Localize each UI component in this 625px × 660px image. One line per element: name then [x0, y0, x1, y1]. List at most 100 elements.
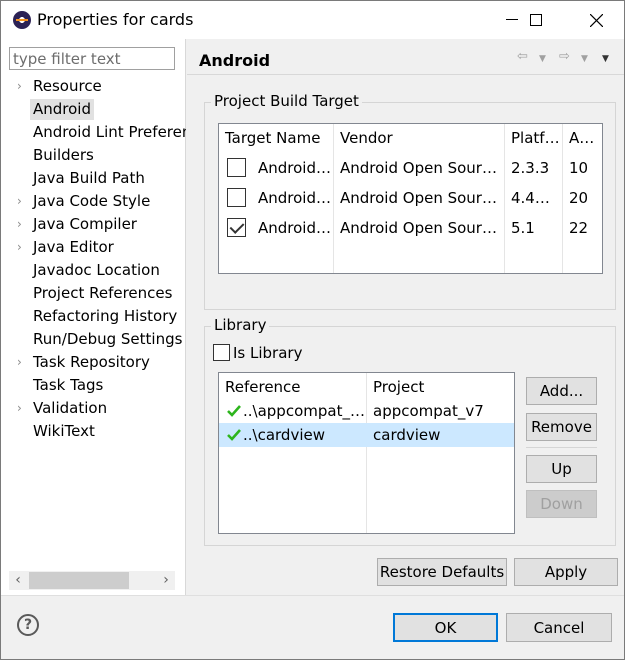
target-name-cell: Android…: [258, 189, 331, 207]
library-project-cell[interactable]: appcompat_v7: [367, 399, 514, 423]
build-target-table[interactable]: Target Name Vendor Platf… A… Android… And…: [218, 123, 603, 274]
build-target-group: Project Build Target Target Name Vendor …: [204, 92, 616, 310]
page-title: Android: [199, 51, 271, 70]
tree-item[interactable]: › Resource: [1, 75, 186, 98]
api-level-cell: 10: [569, 159, 589, 177]
restore-defaults-button[interactable]: Restore Defaults: [377, 558, 507, 586]
expand-chevron-icon[interactable]: ›: [17, 190, 22, 213]
window-title: Properties for cards: [37, 10, 194, 29]
back-menu-chevron-icon[interactable]: ▼: [539, 54, 546, 64]
library-table[interactable]: Reference Project ..\appcompat_… appcompa…: [218, 372, 515, 534]
expand-chevron-icon[interactable]: ›: [17, 236, 22, 259]
filter-input[interactable]: [9, 47, 175, 70]
tree-item[interactable]: Run/Debug Settings: [1, 328, 186, 351]
vendor-cell: Android Open Sour…: [340, 159, 497, 177]
tree-item[interactable]: › Java Compiler: [1, 213, 186, 236]
back-icon[interactable]: ⇦: [517, 49, 528, 64]
forward-icon[interactable]: ⇨: [559, 49, 570, 64]
target-name-cell: Android…: [258, 219, 331, 237]
is-library-label: Is Library: [233, 344, 303, 362]
category-tree: › Resource Android Android Lint Preferences…: [1, 75, 186, 443]
view-menu-icon[interactable]: ▼: [602, 54, 609, 64]
vendor-cell: Android Open Sour…: [340, 189, 497, 207]
expand-chevron-icon[interactable]: ›: [17, 75, 22, 98]
expand-chevron-icon[interactable]: ›: [17, 351, 22, 374]
tree-item[interactable]: Android: [1, 98, 186, 121]
library-reference-cell[interactable]: ..\appcompat_…: [237, 399, 365, 423]
tree-item-label: Java Build Path: [33, 169, 145, 187]
tree-item-label: Builders: [33, 146, 94, 164]
column-header-vendor[interactable]: Vendor: [334, 124, 505, 152]
is-library-checkbox[interactable]: [213, 344, 230, 361]
button-separator: [526, 447, 597, 448]
tree-item-label: Task Tags: [33, 376, 104, 394]
tree-item[interactable]: Java Build Path: [1, 167, 186, 190]
tree-item-label: Android: [30, 99, 94, 120]
target-checkbox[interactable]: [227, 188, 246, 207]
column-header-project[interactable]: Project: [367, 373, 514, 401]
tree-item[interactable]: › Java Code Style: [1, 190, 186, 213]
expand-chevron-icon[interactable]: ›: [17, 397, 22, 420]
tree-item-label: WikiText: [33, 422, 95, 440]
maximize-icon: [530, 14, 542, 26]
column-header-platform[interactable]: Platf…: [505, 124, 563, 152]
tree-item-label: Java Editor: [33, 238, 114, 256]
close-button[interactable]: [573, 1, 619, 39]
library-group: Library Is Library Reference Project ..\…: [204, 316, 616, 546]
add-library-button[interactable]: Add...: [526, 377, 597, 405]
cancel-button[interactable]: Cancel: [506, 613, 612, 642]
tree-item[interactable]: › Java Editor: [1, 236, 186, 259]
maximize-button[interactable]: [513, 1, 559, 39]
tree-item[interactable]: › Validation: [1, 397, 186, 420]
platform-cell: 2.3.3: [511, 159, 550, 177]
tree-item-label: Refactoring History: [33, 307, 178, 325]
close-icon: [589, 13, 603, 27]
tree-item-label: Android Lint Preferences: [33, 123, 186, 141]
library-reference-cell[interactable]: ..\cardview: [237, 423, 365, 447]
build-target-group-label: Project Build Target: [211, 92, 362, 110]
title-bar: Properties for cards: [1, 1, 624, 39]
forward-menu-chevron-icon[interactable]: ▼: [581, 54, 588, 64]
scroll-left-icon[interactable]: ‹: [9, 571, 27, 590]
api-level-cell: 20: [569, 189, 589, 207]
platform-cell: 5.1: [511, 219, 535, 237]
tree-item-label: Run/Debug Settings: [33, 330, 183, 348]
tree-horizontal-scrollbar[interactable]: ‹ ›: [9, 571, 175, 590]
target-checkbox[interactable]: [227, 158, 246, 177]
tree-item-label: Javadoc Location: [33, 261, 160, 279]
properties-dialog: Properties for cards ›ResourceAndroidAnd…: [0, 0, 625, 660]
page-header: Android ⇦ ▼ ⇨ ▼ ▼: [187, 39, 624, 75]
scrollbar-thumb[interactable]: [29, 572, 129, 589]
up-button[interactable]: Up: [526, 455, 597, 483]
tree-item[interactable]: Builders: [1, 144, 186, 167]
help-icon[interactable]: ?: [17, 614, 39, 636]
target-checkbox[interactable]: [227, 218, 246, 237]
tree-item[interactable]: Refactoring History: [1, 305, 186, 328]
library-group-label: Library: [211, 316, 270, 334]
remove-library-button[interactable]: Remove: [526, 413, 597, 441]
down-button[interactable]: Down: [526, 490, 597, 518]
platform-cell: 4.4…: [511, 189, 550, 207]
ok-button[interactable]: OK: [393, 613, 498, 642]
column-header-reference[interactable]: Reference: [219, 373, 367, 401]
column-header-target-name[interactable]: Target Name: [219, 124, 334, 152]
eclipse-icon: [13, 11, 31, 29]
tree-item[interactable]: Task Tags: [1, 374, 186, 397]
scroll-right-icon[interactable]: ›: [157, 571, 175, 590]
tree-item-label: Task Repository: [33, 353, 150, 371]
expand-chevron-icon[interactable]: ›: [17, 213, 22, 236]
tree-item-label: Validation: [33, 399, 108, 417]
tree-item[interactable]: WikiText: [1, 420, 186, 443]
tree-item-label: Resource: [33, 77, 102, 95]
target-name-cell: Android…: [258, 159, 331, 177]
api-level-cell: 22: [569, 219, 589, 237]
tree-item[interactable]: Project References: [1, 282, 186, 305]
tree-item[interactable]: Javadoc Location: [1, 259, 186, 282]
library-project-cell[interactable]: cardview: [367, 423, 514, 447]
column-header-api[interactable]: A…: [563, 124, 602, 152]
tree-item[interactable]: Android Lint Preferences: [1, 121, 186, 144]
apply-button[interactable]: Apply: [514, 558, 618, 586]
tree-item-label: Java Code Style: [33, 192, 151, 210]
tree-item[interactable]: › Task Repository: [1, 351, 186, 374]
category-panel: › Resource Android Android Lint Preferences…: [1, 39, 186, 595]
